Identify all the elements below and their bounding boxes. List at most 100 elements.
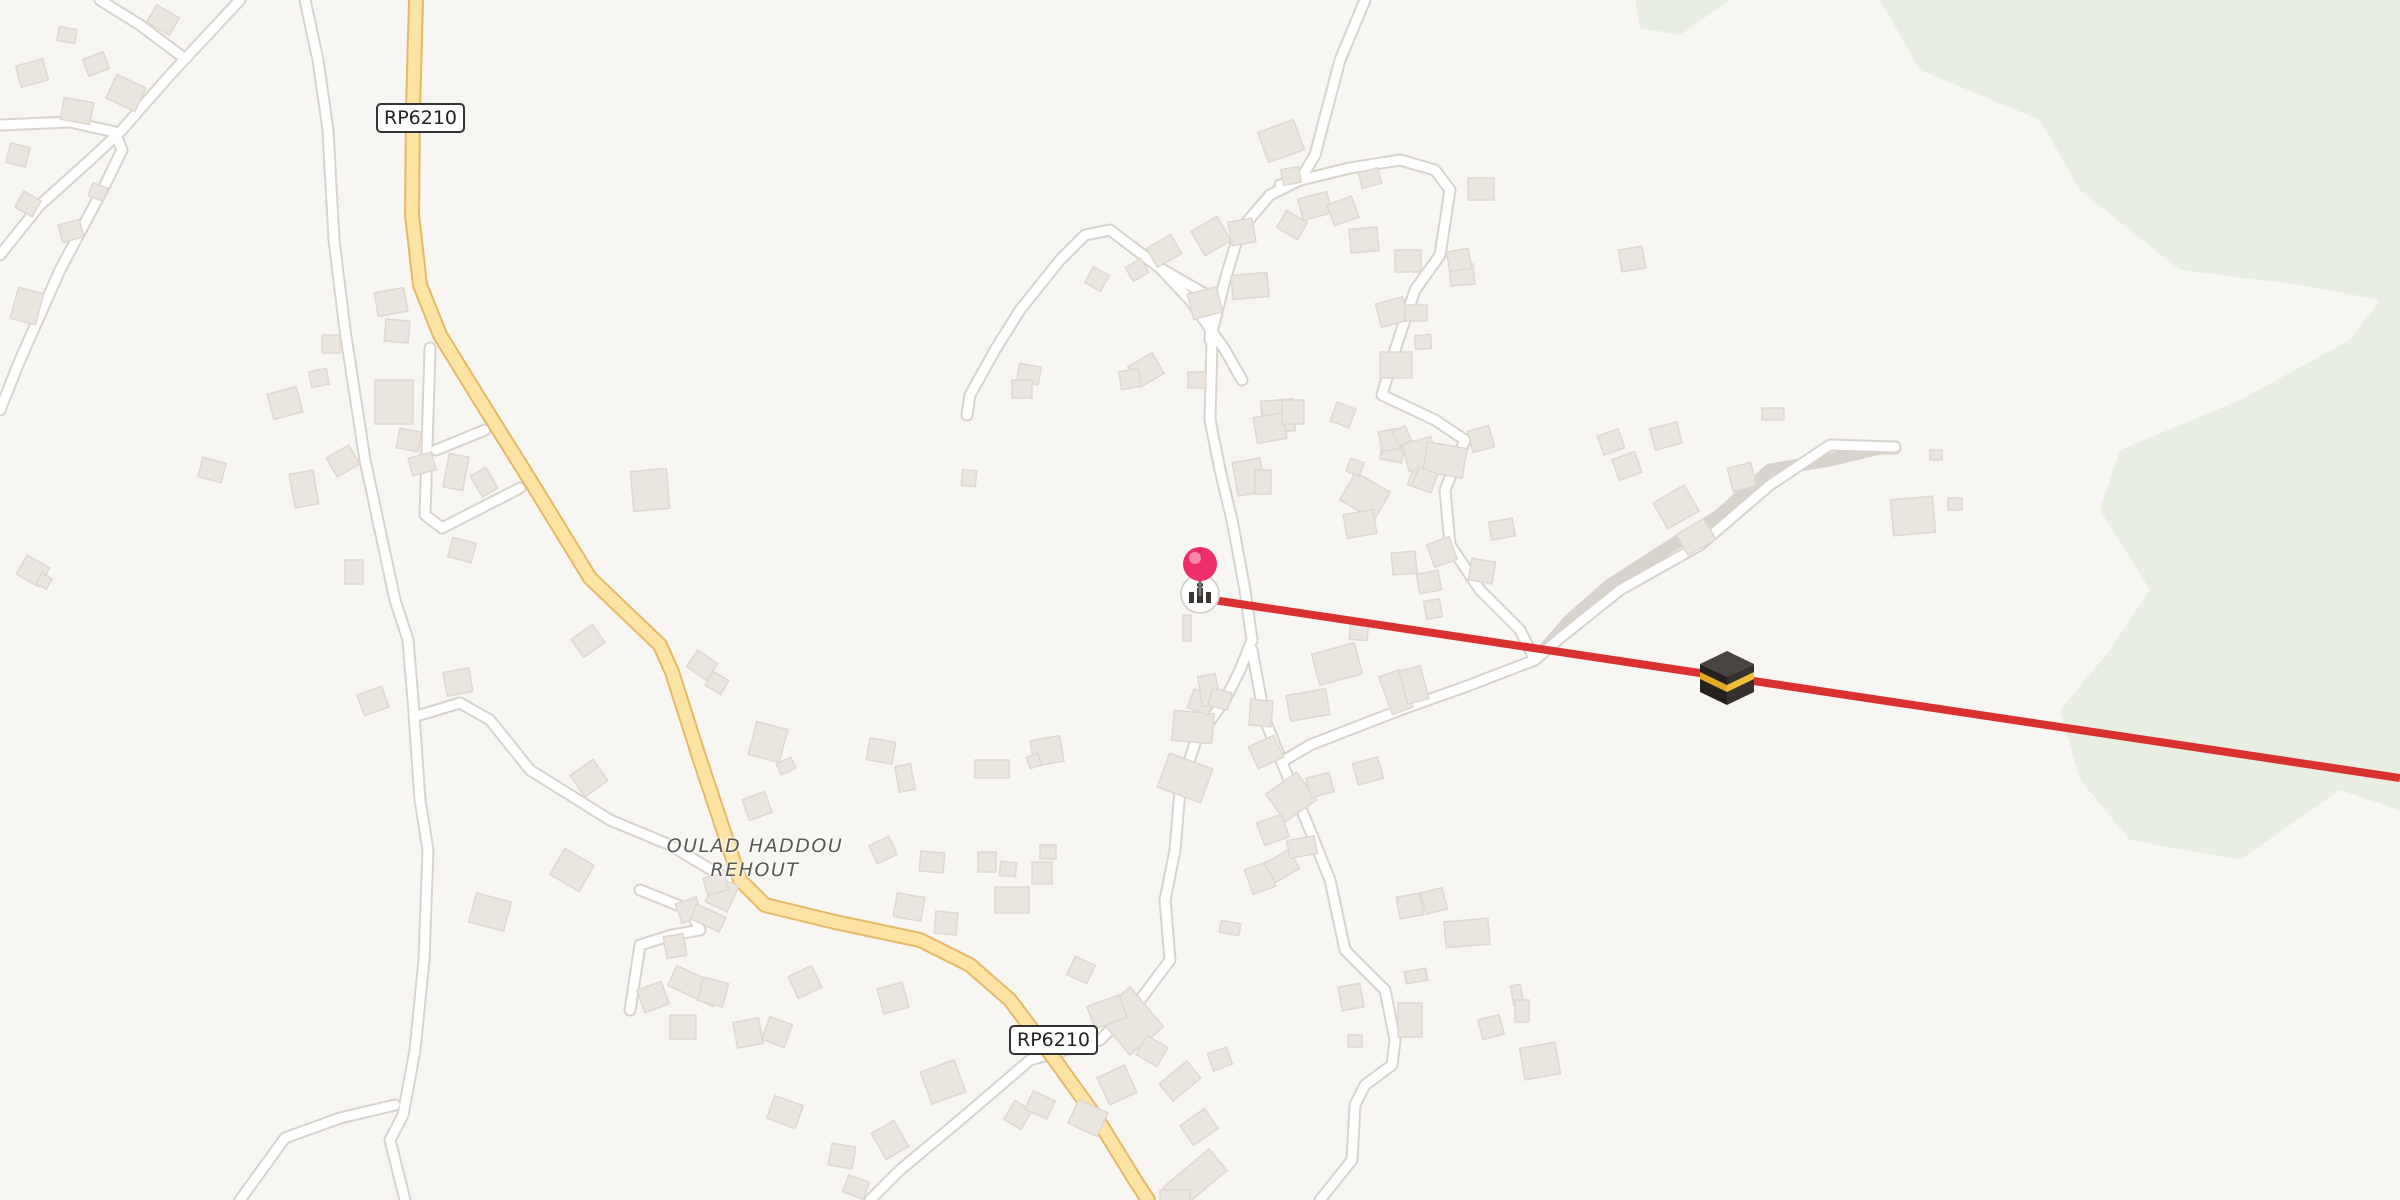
building-footprint [1476,1013,1506,1041]
building-footprint [467,891,513,933]
building-footprint [1254,469,1272,495]
building-footprint [1596,427,1626,457]
building-footprint [1187,371,1207,389]
building-footprint [383,318,411,344]
building-footprint [827,1142,857,1170]
building-footprint [669,1014,697,1040]
building-footprint [1889,495,1937,537]
building-footprint [1227,217,1257,247]
building-footprint [918,850,946,874]
building-footprint [1178,1107,1220,1147]
building-footprint [395,427,423,453]
building-footprint [1347,1034,1363,1048]
building-footprint [1648,420,1684,452]
buildings-layer [4,3,1963,1200]
place-label-oulad-haddou-rehout: OULAD HADDOU REHOUT [645,834,865,882]
building-footprint [892,891,926,923]
building-footprint [1206,1046,1234,1072]
building-footprint [974,759,1010,779]
building-footprint [919,1058,967,1106]
building-footprint [1279,165,1303,187]
forest-areas [1635,0,2400,860]
building-footprint [1039,844,1057,860]
building-footprint [14,57,50,89]
building-footprint [765,1094,805,1130]
building-footprint [1011,379,1033,399]
map-view[interactable]: RP6210 RP6210 OULAD HADDOU REHOUT [0,0,2400,1200]
building-footprint [1281,399,1305,425]
building-footprint [1395,892,1425,920]
place-label-line1: OULAD HADDOU [666,835,844,857]
map-canvas[interactable] [0,0,2400,1200]
kaaba-icon[interactable] [1700,651,1754,705]
building-footprint [787,964,823,1000]
building-footprint [994,886,1030,914]
building-footprint [741,790,773,822]
building-footprint [1218,919,1242,937]
building-footprint [1083,265,1111,293]
building-footprint [1415,569,1443,595]
building-footprint [629,467,671,513]
building-footprint [1394,249,1422,273]
building-footprint [1065,955,1097,985]
building-footprint [1326,195,1360,227]
building-footprint [1611,450,1643,482]
building-footprint [469,466,499,498]
building-footprint [1345,457,1365,477]
building-footprint [1285,834,1319,860]
building-footprint [635,980,671,1014]
building-footprint [1445,247,1473,273]
building-footprint [1467,557,1497,585]
building-footprint [865,737,897,765]
building-footprint [1518,1041,1562,1081]
building-footprint [446,536,478,564]
building-footprint [960,468,978,488]
building-footprint [732,1017,764,1049]
building-footprint [1487,517,1517,541]
building-footprint [307,367,331,389]
building-footprint [1404,304,1428,322]
place-label-line2: REHOUT [710,859,800,881]
building-footprint [1348,226,1380,254]
building-footprint [1413,333,1433,351]
building-footprint [760,1015,794,1049]
building-footprint [1329,401,1357,429]
building-footprint [933,910,959,936]
building-footprint [288,469,320,509]
building-footprint [1390,550,1418,576]
building-footprint [1182,614,1192,642]
building-footprint [344,559,364,585]
building-footprint [4,141,32,169]
building-footprint [1617,245,1647,273]
building-footprint [1158,1059,1202,1103]
building-footprint [1256,118,1306,164]
building-footprint [1031,861,1053,885]
building-footprint [442,667,474,697]
building-footprint [1379,351,1413,379]
building-footprint [266,385,304,421]
building-footprint [841,1173,871,1200]
building-footprint [81,50,111,78]
building-footprint [867,835,899,865]
building-footprint [321,334,341,354]
building-footprint [870,1119,910,1161]
building-footprint [1422,597,1444,621]
building-footprint [325,443,361,479]
building-footprint [1159,1189,1191,1200]
building-footprint [747,720,789,764]
building-footprint [1310,641,1364,687]
minor-roads [0,0,1902,1200]
building-footprint [1726,461,1758,493]
building-footprint [1403,967,1429,985]
building-footprint [1443,917,1491,949]
building-footprint [1351,756,1385,786]
building-footprint [1337,982,1365,1012]
building-footprint [374,379,414,425]
building-footprint [59,96,95,126]
building-footprint [356,685,390,717]
building-footprint [1929,449,1943,461]
building-footprint [1514,999,1530,1023]
building-footprint [1156,752,1214,804]
road-shield-rp6210-south: RP6210 [1009,1025,1099,1055]
building-footprint [662,932,688,960]
